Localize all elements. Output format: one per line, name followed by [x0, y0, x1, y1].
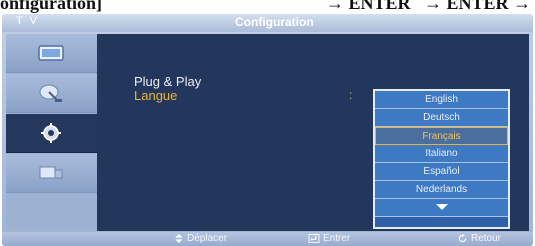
gear-icon [41, 123, 61, 143]
menu-item-language[interactable]: Langue [134, 88, 177, 103]
hint-move: Déplacer [174, 232, 227, 246]
language-option-espanol[interactable]: Español [375, 163, 508, 181]
satellite-dish-icon [39, 84, 62, 102]
hint-return: Retour [458, 232, 501, 246]
picture-icon [38, 45, 64, 61]
language-option-francais[interactable]: Français [375, 127, 508, 145]
move-arrows-icon [175, 233, 183, 243]
footer-hint-bar: Déplacer Entrer Retour [2, 232, 533, 246]
language-option-italiano[interactable]: Italiano [375, 145, 508, 163]
sidebar-item-setup[interactable] [6, 114, 97, 153]
sidebar [6, 34, 97, 231]
title-bar: T V Configuration [2, 14, 533, 32]
hint-return-label: Retour [471, 233, 502, 244]
menu-content-panel: Plug & Play Langue : English Deutsch Fra… [97, 34, 529, 231]
menu-item-plug-and-play[interactable]: Plug & Play [134, 74, 201, 89]
page-title: Configuration [235, 15, 314, 29]
value-separator: : [349, 88, 353, 102]
caption-part-3: → ENTER → [Lang [424, 0, 535, 13]
down-triangle-icon [436, 204, 448, 210]
sidebar-item-picture[interactable] [6, 34, 97, 73]
hint-enter: Entrer [308, 232, 350, 246]
tv-osd-window: T V Configuration Plug & Play Langue: E… [2, 14, 533, 246]
sidebar-item-channel[interactable] [6, 74, 97, 113]
return-icon [458, 233, 467, 242]
hint-enter-label: Entrer [323, 233, 351, 244]
tv-label: T V [16, 15, 39, 27]
caption-part-2: → ENTER [326, 0, 411, 13]
language-option-deutsch[interactable]: Deutsch [375, 109, 508, 127]
language-option-english[interactable]: English [375, 91, 508, 109]
input-icon [39, 166, 63, 179]
sidebar-item-input[interactable] [6, 154, 97, 193]
dropdown-scroll-down[interactable] [375, 199, 508, 217]
caption-part-1: onfiguration] [0, 0, 103, 13]
language-dropdown[interactable]: English Deutsch Français Italiano Españo… [373, 89, 510, 229]
language-option-nederlands[interactable]: Nederlands [375, 181, 508, 199]
enter-icon [308, 233, 320, 243]
hint-move-label: Déplacer [187, 233, 228, 244]
